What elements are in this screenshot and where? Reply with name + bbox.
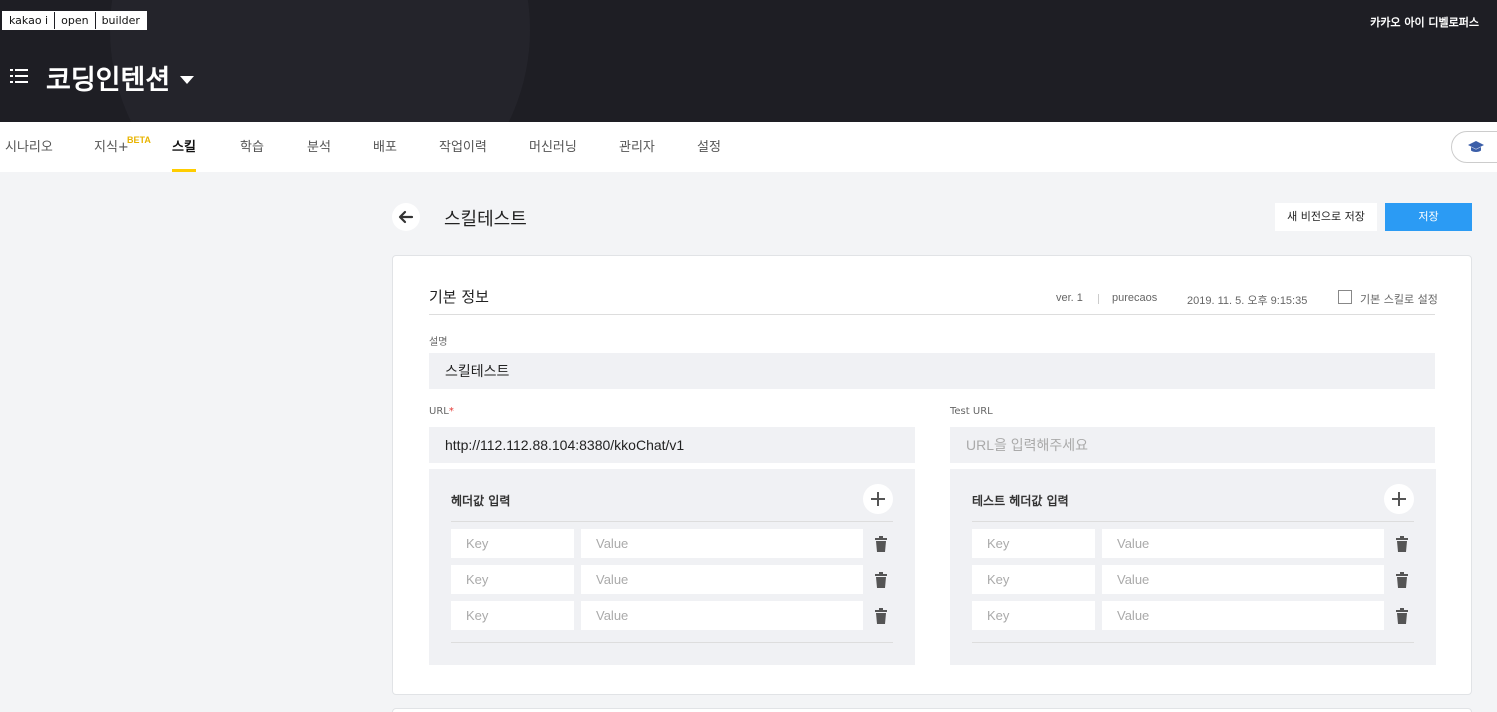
list-icon[interactable] <box>10 69 28 83</box>
test-header-value-input[interactable] <box>1102 565 1384 594</box>
test-url-input[interactable] <box>950 427 1435 463</box>
test-header-values-panel: 테스트 헤더값 입력 <box>950 469 1436 665</box>
test-header-key-input[interactable] <box>972 565 1095 594</box>
tab-history[interactable]: 작업이력 <box>439 122 487 172</box>
trash-icon[interactable] <box>1396 572 1408 588</box>
page-title: 스킬테스트 <box>444 209 527 230</box>
add-header-button[interactable] <box>863 484 893 514</box>
header-value-input[interactable] <box>581 565 863 594</box>
url-input[interactable] <box>429 427 915 463</box>
author-label: purecaos <box>1112 292 1158 304</box>
save-button[interactable]: 저장 <box>1385 203 1472 231</box>
header-divider <box>972 642 1414 643</box>
arrow-left-icon <box>398 210 414 224</box>
tab-knowledge[interactable]: 지식+ <box>94 122 129 172</box>
tab-admin[interactable]: 관리자 <box>619 122 655 172</box>
test-header-key-input[interactable] <box>972 601 1095 630</box>
logo-part-builder: builder <box>101 14 140 27</box>
trash-icon[interactable] <box>1396 608 1408 624</box>
test-url-label: Test URL <box>950 406 993 417</box>
tab-analytics[interactable]: 분석 <box>307 122 331 172</box>
tab-machine-learning[interactable]: 머신러닝 <box>529 122 577 172</box>
description-label: 설명 <box>429 337 448 348</box>
tab-training[interactable]: 학습 <box>240 122 264 172</box>
next-card <box>392 708 1472 712</box>
trash-icon[interactable] <box>1396 536 1408 552</box>
header-key-input[interactable] <box>451 601 574 630</box>
header-divider <box>972 521 1414 522</box>
header-value-input[interactable] <box>581 529 863 558</box>
developers-link[interactable]: 카카오 아이 디벨로퍼스 <box>1370 14 1479 30</box>
caret-down-icon <box>180 75 195 84</box>
default-skill-label: 기본 스킬로 설정 <box>1360 293 1438 306</box>
header-values-panel: 헤더값 입력 <box>429 469 915 665</box>
header-key-input[interactable] <box>451 565 574 594</box>
url-label: URL* <box>429 406 454 417</box>
test-header-value-input[interactable] <box>1102 601 1384 630</box>
header-value-input[interactable] <box>581 601 863 630</box>
default-skill-checkbox[interactable] <box>1338 290 1352 304</box>
section-title: 기본 정보 <box>429 288 489 306</box>
tab-deploy[interactable]: 배포 <box>373 122 397 172</box>
test-header-key-input[interactable] <box>972 529 1095 558</box>
required-mark: * <box>448 406 454 417</box>
trash-icon[interactable] <box>875 608 887 624</box>
version-label: ver. 1 <box>1056 292 1083 304</box>
beta-badge: BETA <box>127 135 151 145</box>
header-values-title: 헤더값 입력 <box>451 494 511 508</box>
logo-part-open: open <box>55 12 96 29</box>
app-header: kakao i open builder 카카오 아이 디벨로퍼스 코딩인텐션 <box>0 0 1497 122</box>
tab-scenario[interactable]: 시나리오 <box>5 122 53 172</box>
test-header-values-title: 테스트 헤더값 입력 <box>972 494 1069 508</box>
header-divider <box>451 642 893 643</box>
kakao-open-builder-logo[interactable]: kakao i open builder <box>2 11 147 30</box>
header-divider <box>451 521 893 522</box>
graduation-cap-icon <box>1468 141 1484 152</box>
trash-icon[interactable] <box>875 536 887 552</box>
section-divider <box>429 314 1435 315</box>
bot-selector[interactable]: 코딩인텐션 <box>46 58 195 97</box>
header-key-input[interactable] <box>451 529 574 558</box>
tab-skill[interactable]: 스킬 <box>172 122 196 172</box>
main-nav: 시나리오 지식+ 스킬 학습 분석 배포 작업이력 머신러닝 관리자 설정 <box>0 122 1497 172</box>
logo-part-kakao: kakao i <box>3 12 56 29</box>
back-button[interactable] <box>392 203 420 231</box>
basic-info-card: 기본 정보 ver. 1 purecaos 2019. 11. 5. 오후 9:… <box>392 255 1472 695</box>
help-button[interactable] <box>1451 131 1497 163</box>
updated-date: 2019. 11. 5. 오후 9:15:35 <box>1187 295 1308 307</box>
trash-icon[interactable] <box>875 572 887 588</box>
add-test-header-button[interactable] <box>1384 484 1414 514</box>
tab-settings[interactable]: 설정 <box>697 122 721 172</box>
meta-divider <box>1098 294 1099 304</box>
description-input[interactable] <box>429 353 1435 389</box>
test-header-value-input[interactable] <box>1102 529 1384 558</box>
bot-name: 코딩인텐션 <box>46 65 171 96</box>
save-new-version-button[interactable]: 새 비전으로 저장 <box>1275 203 1377 231</box>
